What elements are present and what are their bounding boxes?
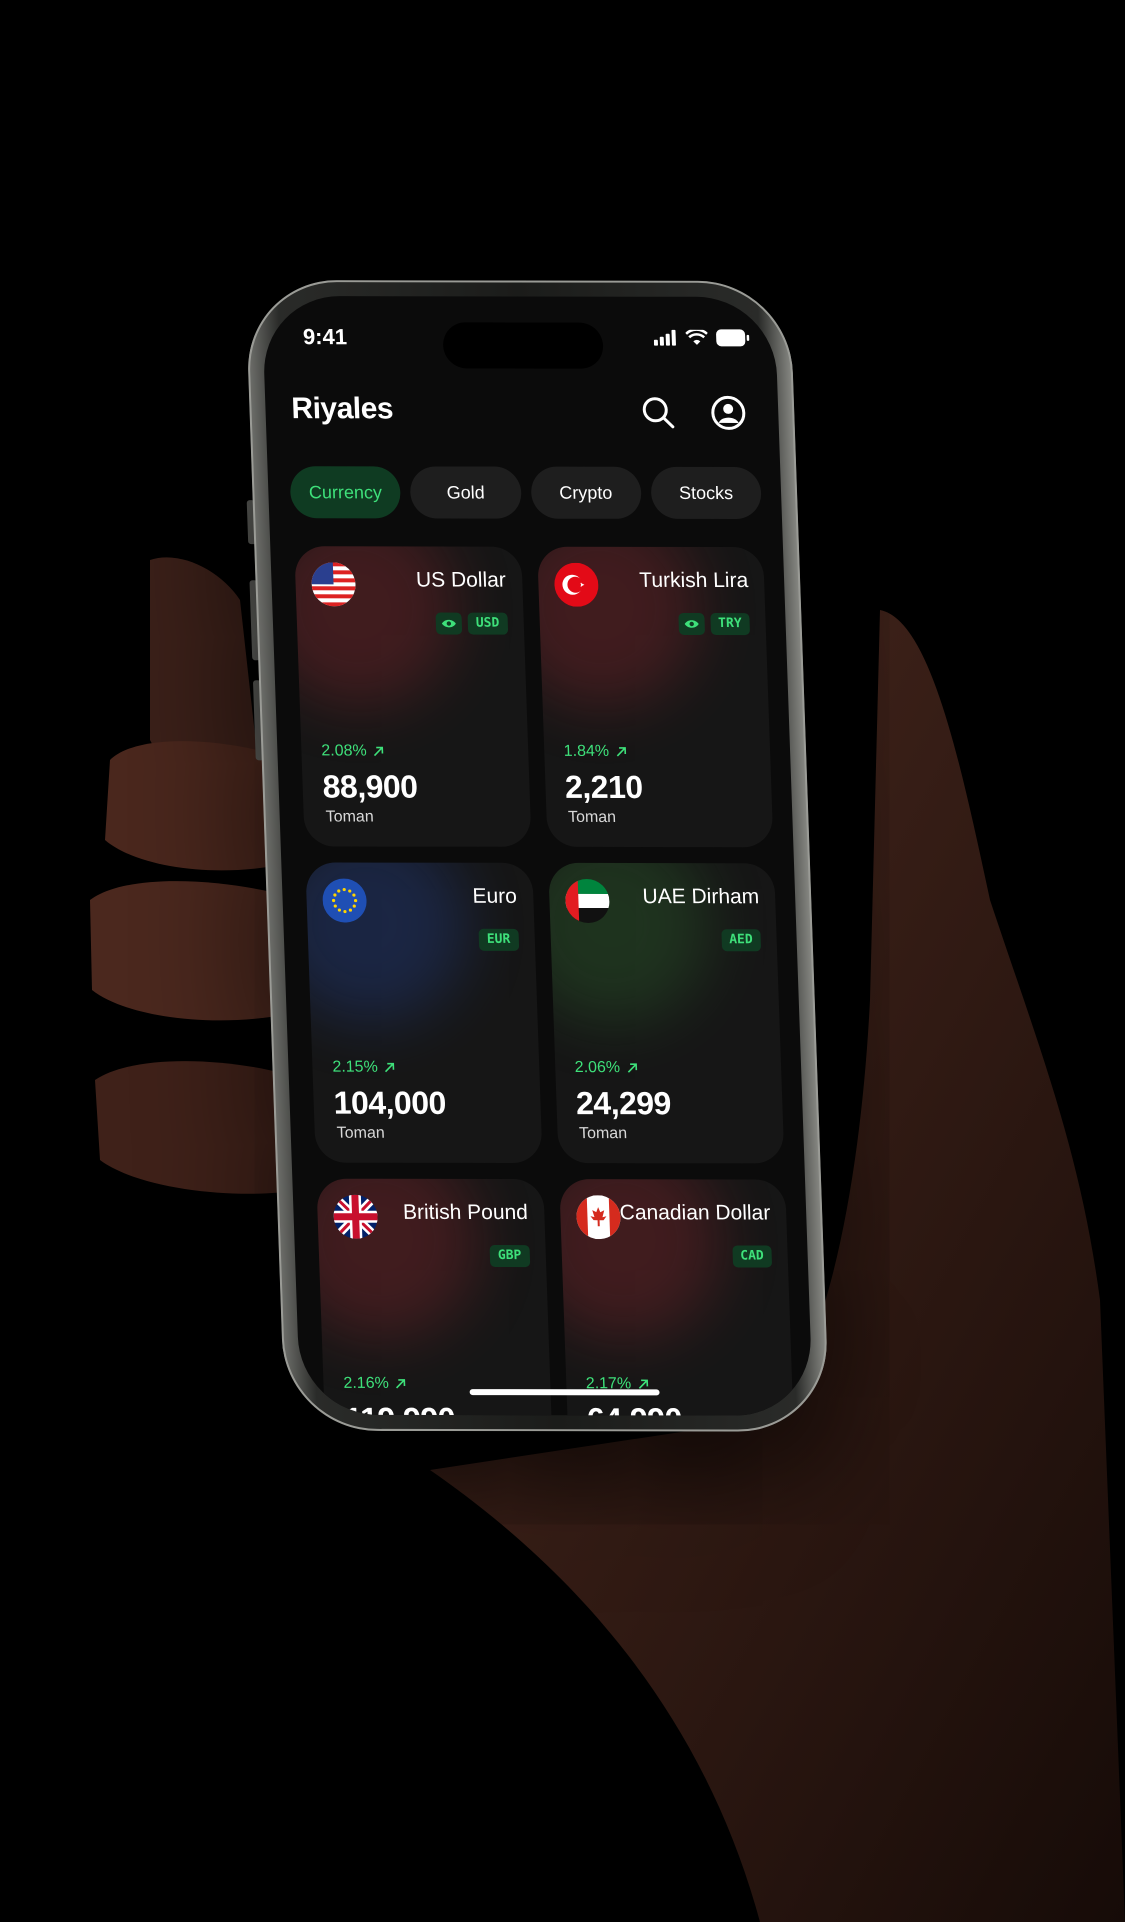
- currency-name: UAE Dirham: [642, 885, 760, 909]
- currency-name: US Dollar: [415, 568, 507, 592]
- currency-code-badge: TRY: [709, 613, 751, 636]
- currency-card-try[interactable]: Turkish Lira TRY 1.84% 2,210 Toman: [536, 546, 774, 848]
- change-value: 2.15%: [332, 1058, 379, 1076]
- currency-code-badge: GBP: [489, 1245, 530, 1268]
- currency-name: Canadian Dollar: [619, 1201, 771, 1225]
- gb-flag-icon: [332, 1194, 379, 1239]
- change-value: 2.08%: [321, 742, 368, 760]
- currency-code-badge: USD: [467, 612, 508, 635]
- tab-gold[interactable]: Gold: [409, 466, 522, 519]
- change-value: 1.84%: [563, 742, 610, 760]
- badges: USD: [435, 612, 508, 635]
- tab-crypto[interactable]: Crypto: [529, 466, 642, 519]
- price-value: 2,210: [564, 768, 644, 806]
- price-unit: Toman: [325, 808, 374, 826]
- price-value: 88,900: [321, 768, 419, 805]
- badges: TRY: [677, 612, 751, 636]
- arrow-up-right-icon: [396, 1379, 406, 1389]
- price-unit: Toman: [578, 1125, 628, 1143]
- us-flag-icon: [310, 562, 357, 607]
- change-percent: 2.08%: [321, 742, 385, 760]
- change-percent: 1.84%: [563, 743, 627, 761]
- currency-card-aed[interactable]: UAE Dirham AED 2.06% 24,299 Toman: [547, 862, 785, 1164]
- badges: EUR: [478, 928, 519, 951]
- status-icons: [653, 329, 750, 347]
- currency-card-usd[interactable]: US Dollar USD 2.08% 88,900 Toman: [294, 546, 532, 847]
- badges: GBP: [489, 1245, 530, 1268]
- app-header: Riyales: [265, 382, 780, 443]
- price-value: 64,990: [586, 1401, 682, 1415]
- user-circle-icon: [711, 395, 746, 430]
- badges: AED: [720, 929, 762, 952]
- app-title: Riyales: [290, 392, 394, 426]
- wifi-icon: [685, 329, 708, 345]
- search-button[interactable]: [636, 391, 682, 435]
- arrow-up-right-icon: [627, 1063, 637, 1073]
- category-tabs: Currency Gold Crypto Stocks: [289, 466, 762, 521]
- currency-card-eur[interactable]: Euro EUR 2.15% 104,000 Toman: [305, 862, 543, 1164]
- arrow-up-right-icon: [616, 747, 626, 757]
- phone-mockup: 9:41 Riyales Currency Gold Crypto Stocks…: [245, 280, 830, 1432]
- search-icon: [642, 397, 675, 429]
- change-percent: 2.16%: [343, 1375, 407, 1393]
- watch-eye-icon[interactable]: [677, 612, 705, 636]
- home-indicator[interactable]: [469, 1389, 660, 1396]
- price-unit: Toman: [567, 808, 617, 826]
- currency-card-gbp[interactable]: British Pound GBP 2.16% 119,990: [316, 1178, 554, 1416]
- tab-currency[interactable]: Currency: [289, 466, 402, 519]
- price-value: 24,299: [575, 1085, 672, 1122]
- profile-button[interactable]: [706, 391, 752, 435]
- arrow-up-right-icon: [385, 1062, 395, 1073]
- currency-code-badge: AED: [720, 929, 762, 952]
- price-value: 119,990: [344, 1401, 456, 1416]
- price-value: 104,000: [333, 1084, 447, 1121]
- battery-icon: [716, 329, 750, 347]
- currency-card-cad[interactable]: Canadian Dollar CAD 2.17% 64,990: [558, 1179, 796, 1416]
- change-percent: 2.06%: [574, 1059, 638, 1077]
- currency-name: Turkish Lira: [638, 568, 749, 593]
- app-screen: 9:41 Riyales Currency Gold Crypto Stocks…: [261, 296, 814, 1416]
- change-percent: 2.15%: [332, 1059, 396, 1077]
- price-unit: Toman: [336, 1124, 386, 1142]
- eu-flag-icon: [321, 878, 368, 923]
- dynamic-island: [442, 322, 604, 369]
- currency-name: Euro: [472, 884, 518, 908]
- tab-stocks[interactable]: Stocks: [649, 466, 762, 520]
- currency-code-badge: EUR: [478, 928, 519, 951]
- currency-code-badge: CAD: [731, 1245, 773, 1268]
- badges: CAD: [731, 1245, 773, 1268]
- status-bar: 9:41: [262, 296, 777, 369]
- change-value: 2.16%: [343, 1374, 390, 1392]
- status-time: 9:41: [302, 324, 348, 350]
- currency-name: British Pound: [402, 1200, 529, 1225]
- change-value: 2.06%: [574, 1059, 621, 1077]
- currency-grid: US Dollar USD 2.08% 88,900 Toman Turkish…: [294, 546, 796, 1416]
- watch-eye-icon[interactable]: [435, 612, 463, 635]
- signal-icon: [653, 329, 676, 346]
- arrow-up-right-icon: [374, 746, 384, 757]
